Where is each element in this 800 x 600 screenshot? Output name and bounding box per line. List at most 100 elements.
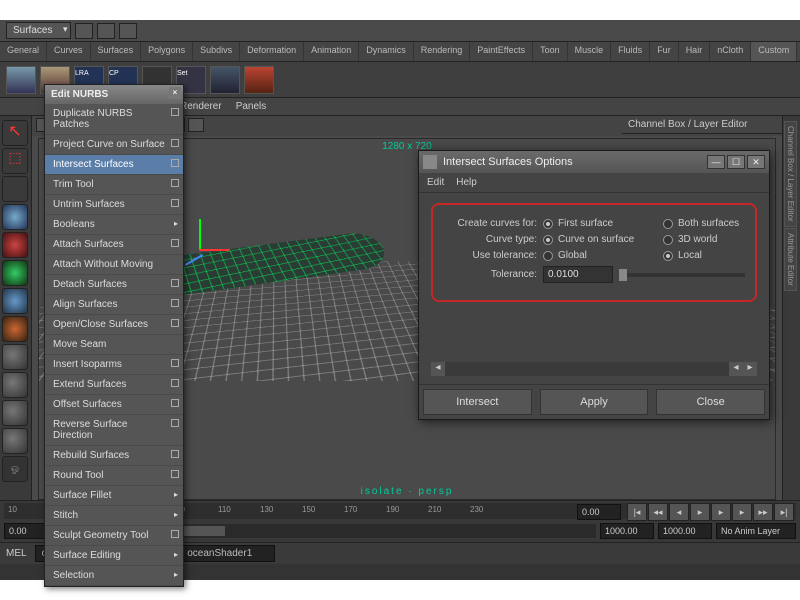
- scroll-left-icon[interactable]: ◂: [431, 362, 445, 376]
- view-outline-icon[interactable]: [2, 428, 28, 454]
- option-box-icon[interactable]: [171, 239, 179, 247]
- workspace-selector[interactable]: Surfaces: [6, 22, 71, 39]
- shelf-tab-custom[interactable]: Custom: [751, 42, 797, 61]
- radio-curve-on-surface[interactable]: [543, 235, 553, 245]
- status-icon[interactable]: [97, 23, 115, 39]
- shelf-tab-muscle[interactable]: Muscle: [568, 42, 612, 61]
- paint-select-icon[interactable]: [2, 176, 28, 202]
- radio-both-surfaces[interactable]: [663, 219, 673, 229]
- option-box-icon[interactable]: [171, 108, 179, 116]
- menu-item-insert-isoparms[interactable]: Insert Isoparms: [45, 355, 183, 375]
- intersect-button[interactable]: Intersect: [423, 389, 532, 415]
- anim-layer-select[interactable]: No Anim Layer: [716, 523, 796, 539]
- close-icon[interactable]: ×: [169, 87, 181, 99]
- view-single-icon[interactable]: [2, 344, 28, 370]
- view-four-icon[interactable]: [2, 372, 28, 398]
- script-lang-label[interactable]: MEL: [6, 548, 27, 559]
- menu-item-rebuild-surfaces[interactable]: Rebuild Surfaces: [45, 446, 183, 466]
- shelf-tab-fluids[interactable]: Fluids: [611, 42, 650, 61]
- step-fwd-icon[interactable]: ▸▸: [753, 503, 773, 521]
- panel-menu-renderer[interactable]: Renderer: [180, 101, 222, 112]
- apply-button[interactable]: Apply: [540, 389, 649, 415]
- menu-item-stitch[interactable]: Stitch▸: [45, 506, 183, 526]
- option-box-icon[interactable]: [171, 419, 179, 427]
- option-box-icon[interactable]: [171, 179, 179, 187]
- next-key-icon[interactable]: ▸: [732, 503, 752, 521]
- shelf-tab-hair[interactable]: Hair: [679, 42, 711, 61]
- option-box-icon[interactable]: [171, 199, 179, 207]
- status-icon[interactable]: [119, 23, 137, 39]
- option-box-icon[interactable]: [171, 299, 179, 307]
- maximize-icon[interactable]: ☐: [727, 155, 745, 169]
- close-button[interactable]: Close: [656, 389, 765, 415]
- play-back-icon[interactable]: ▸: [690, 503, 710, 521]
- shelf-tab-painteffects[interactable]: PaintEffects: [470, 42, 533, 61]
- shelf-tab-surfaces[interactable]: Surfaces: [91, 42, 142, 61]
- panel-menu-panels[interactable]: Panels: [236, 101, 267, 112]
- shelf-tab-dynamics[interactable]: Dynamics: [359, 42, 414, 61]
- menu-item-sculpt-geometry-tool[interactable]: Sculpt Geometry Tool: [45, 526, 183, 546]
- dialog-menu-edit[interactable]: Edit: [427, 177, 444, 188]
- shelf-tab-rendering[interactable]: Rendering: [414, 42, 471, 61]
- range-end-b[interactable]: 1000.00: [658, 523, 712, 539]
- menu-item-project-curve-on-surface[interactable]: Project Curve on Surface: [45, 135, 183, 155]
- menu-item-round-tool[interactable]: Round Tool: [45, 466, 183, 486]
- menu-item-move-seam[interactable]: Move Seam: [45, 335, 183, 355]
- close-icon[interactable]: ✕: [747, 155, 765, 169]
- shelf-icon[interactable]: [210, 66, 240, 94]
- menu-item-offset-surfaces[interactable]: Offset Surfaces: [45, 395, 183, 415]
- option-box-icon[interactable]: [171, 159, 179, 167]
- side-tab-attribute[interactable]: Attribute Editor: [784, 228, 797, 291]
- scroll-right-icon[interactable]: ▸: [743, 362, 757, 376]
- menu-item-reverse-surface-direction[interactable]: Reverse Surface Direction: [45, 415, 183, 446]
- step-back-icon[interactable]: ◂◂: [648, 503, 668, 521]
- shelf-tab-curves[interactable]: Curves: [47, 42, 91, 61]
- menu-item-surface-editing[interactable]: Surface Editing▸: [45, 546, 183, 566]
- menu-item-open-close-surfaces[interactable]: Open/Close Surfaces: [45, 315, 183, 335]
- minimize-icon[interactable]: —: [707, 155, 725, 169]
- option-box-icon[interactable]: [171, 399, 179, 407]
- shelf-tab-fur[interactable]: Fur: [650, 42, 679, 61]
- shelf-tab-general[interactable]: General: [0, 42, 47, 61]
- scale-tool-icon[interactable]: [2, 260, 28, 286]
- scroll-right-icon[interactable]: ◂: [729, 362, 743, 376]
- select-tool-icon[interactable]: ↖: [2, 120, 28, 146]
- option-box-icon[interactable]: [171, 530, 179, 538]
- menu-item-intersect-surfaces[interactable]: Intersect Surfaces: [45, 155, 183, 175]
- go-end-icon[interactable]: ▸|: [774, 503, 794, 521]
- tolerance-input[interactable]: [543, 266, 613, 283]
- menu-item-attach-without-moving[interactable]: Attach Without Moving: [45, 255, 183, 275]
- shelf-tab-deformation[interactable]: Deformation: [240, 42, 304, 61]
- tolerance-slider[interactable]: [619, 273, 745, 277]
- vp-icon[interactable]: [188, 118, 204, 132]
- menu-item-align-surfaces[interactable]: Align Surfaces: [45, 295, 183, 315]
- radio-first-surface[interactable]: [543, 219, 553, 229]
- radio-global[interactable]: [543, 251, 553, 261]
- option-box-icon[interactable]: [171, 470, 179, 478]
- option-box-icon[interactable]: [171, 359, 179, 367]
- range-end-a[interactable]: 1000.00: [600, 523, 654, 539]
- menu-item-duplicate-nurbs-patches[interactable]: Duplicate NURBS Patches: [45, 104, 183, 135]
- view-persp-icon[interactable]: [2, 400, 28, 426]
- script-icon[interactable]: ஓ: [2, 456, 28, 482]
- menu-item-extend-surfaces[interactable]: Extend Surfaces: [45, 375, 183, 395]
- current-time[interactable]: 0.00: [577, 504, 621, 520]
- manip-tool-icon[interactable]: [2, 288, 28, 314]
- move-tool-icon[interactable]: [2, 204, 28, 230]
- menu-item-selection[interactable]: Selection▸: [45, 566, 183, 586]
- menu-item-booleans[interactable]: Booleans▸: [45, 215, 183, 235]
- shelf-icon[interactable]: [6, 66, 36, 94]
- menu-item-surface-fillet[interactable]: Surface Fillet▸: [45, 486, 183, 506]
- go-start-icon[interactable]: |◂: [627, 503, 647, 521]
- menu-item-attach-surfaces[interactable]: Attach Surfaces: [45, 235, 183, 255]
- lasso-tool-icon[interactable]: ⬚: [2, 148, 28, 174]
- option-box-icon[interactable]: [171, 279, 179, 287]
- dialog-menu-help[interactable]: Help: [456, 177, 477, 188]
- radio-3d-world[interactable]: [663, 235, 673, 245]
- rotate-tool-icon[interactable]: [2, 232, 28, 258]
- status-icon[interactable]: [75, 23, 93, 39]
- shelf-tab-animation[interactable]: Animation: [304, 42, 359, 61]
- shelf-icon[interactable]: [244, 66, 274, 94]
- side-tab-channelbox[interactable]: Channel Box / Layer Editor: [784, 121, 797, 227]
- menu-item-untrim-surfaces[interactable]: Untrim Surfaces: [45, 195, 183, 215]
